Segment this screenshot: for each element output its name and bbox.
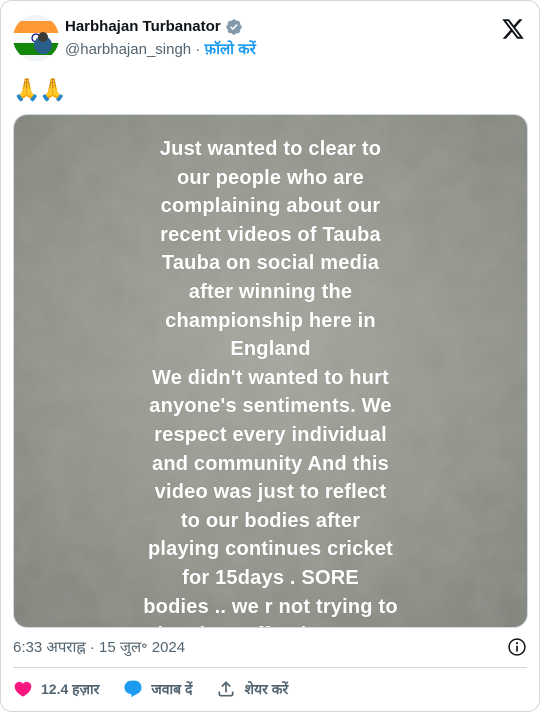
share-button[interactable]: शेयर करें (216, 679, 288, 699)
avatar[interactable] (13, 15, 59, 61)
tweet-text: 🙏🙏 (13, 77, 67, 102)
share-label: शेयर करें (244, 680, 289, 697)
media-text-line: England (230, 338, 311, 361)
media-text-line: after winning the (188, 280, 353, 303)
tweet-media[interactable]: Just wanted to clear to our people who ar… (13, 114, 528, 628)
media-text-line: insult or offend anyone (14, 621, 527, 627)
tweet-card: Harbhajan Turbanator @harbhajan_singh · … (0, 0, 540, 712)
tweet-actions: 12.4 हज़ार जवाब दें शेयर करें (13, 677, 312, 701)
tweet-timestamp[interactable]: 6:33 अपराह्न · 15 जुल॰ 2024 (13, 638, 185, 658)
media-text-line: video was just to reflect (154, 481, 387, 504)
reply-label: जवाब दें (151, 680, 193, 697)
author-name-row: Harbhajan Turbanator (65, 17, 243, 37)
x-logo-icon[interactable] (501, 17, 525, 41)
media-text-line: anyone's sentiments. We (149, 395, 392, 418)
info-icon[interactable] (507, 637, 527, 657)
tweet-header: Harbhajan Turbanator @harbhajan_singh · … (13, 13, 527, 65)
speech-bubble-icon (124, 680, 142, 698)
handle-separator: · (195, 41, 201, 58)
follow-button[interactable]: फ़ॉलो करें (205, 41, 256, 58)
media-text-line: Tauba on social media (161, 252, 380, 275)
author-handle[interactable]: @harbhajan_singh (65, 41, 191, 58)
verified-badge-icon (225, 18, 243, 36)
reply-button[interactable]: जवाब दें (123, 679, 192, 699)
avatar-image (13, 15, 59, 61)
divider (13, 667, 527, 668)
media-text-line: our people who are (177, 166, 364, 189)
share-upload-icon (218, 681, 234, 697)
media-text-line: We didn't wanted to hurt (152, 366, 389, 389)
media-text-line: championship here in (165, 309, 376, 332)
like-button[interactable]: 12.4 हज़ार (13, 679, 99, 699)
media-text-line: and community And this (152, 452, 389, 475)
media-text-line: complaining about our (160, 195, 381, 218)
media-text-line: respect every individual (154, 423, 387, 446)
like-count: 12.4 हज़ार (41, 680, 100, 697)
media-text-line: playing continues cricket (147, 538, 394, 561)
media-text-line: Just wanted to clear to (159, 138, 382, 160)
media-text-overlay: Just wanted to clear to our people who ar… (14, 135, 527, 627)
media-text-line: recent videos of Tauba (160, 223, 381, 246)
media-text-line: for 15days . SORE (182, 566, 359, 589)
media-text-line: to our bodies after (180, 509, 361, 532)
media-text-line: bodies .. we r not trying to (143, 595, 398, 618)
author-display-name[interactable]: Harbhajan Turbanator (65, 17, 221, 37)
author-handle-row: @harbhajan_singh · फ़ॉलो करें (65, 40, 256, 60)
heart-icon (14, 681, 32, 697)
